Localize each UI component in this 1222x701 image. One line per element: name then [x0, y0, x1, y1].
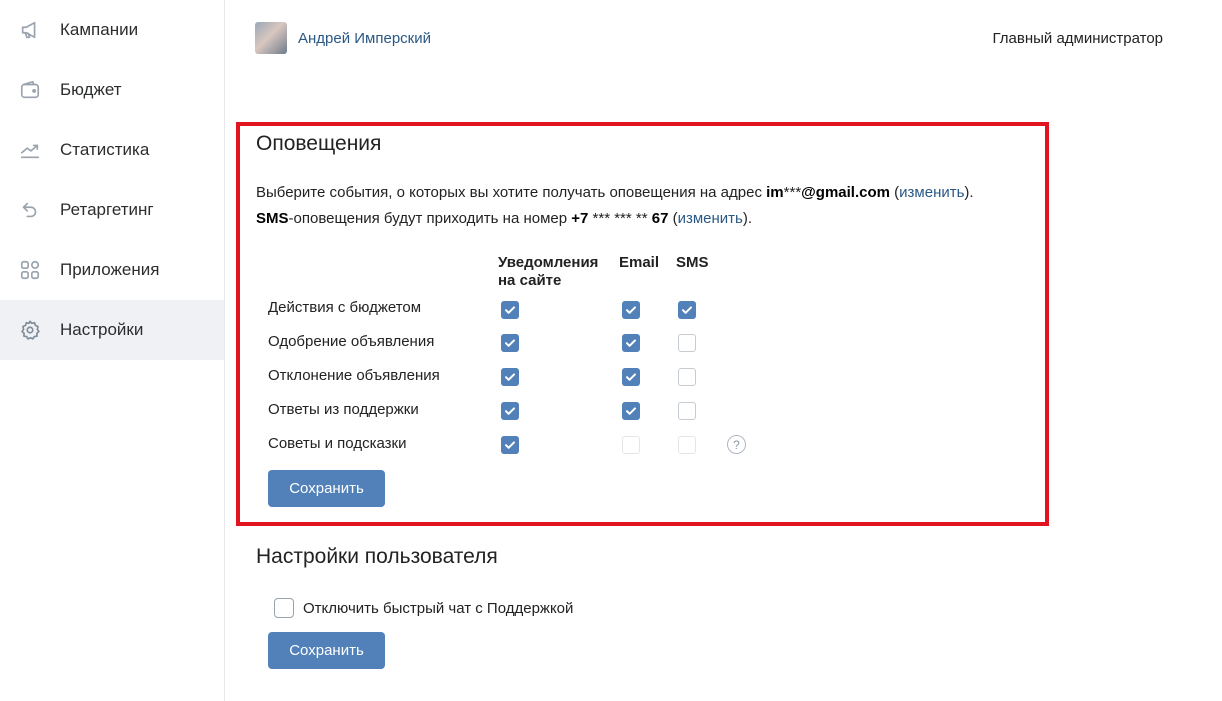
phone-bold-end: 67	[651, 210, 669, 227]
column-header-email: Email	[619, 254, 660, 271]
sidebar-item-statistics[interactable]: Статистика	[0, 120, 224, 180]
section-title: Оповещения	[256, 132, 382, 155]
email-line: Выберите события, о которых вы хотите по…	[256, 180, 974, 206]
checkmark-icon	[505, 373, 515, 381]
checkmark-icon	[505, 306, 515, 314]
email-bold-end: @gmail.com	[801, 184, 890, 201]
checkbox-tips-email[interactable]	[622, 436, 640, 454]
description-text: -оповещения будут приходить на номер	[288, 210, 572, 227]
help-icon[interactable]: ?	[727, 435, 746, 454]
checkmark-icon	[626, 407, 636, 415]
chart-icon	[18, 138, 42, 162]
notifications-description: Выберите события, о которых вы хотите по…	[256, 180, 974, 232]
checkbox-budget-site[interactable]	[501, 301, 519, 319]
checkbox-rejection-email[interactable]	[622, 368, 640, 386]
checkbox-budget-sms[interactable]	[678, 301, 696, 319]
sidebar-item-label: Приложения	[60, 260, 160, 279]
megaphone-icon	[18, 18, 42, 42]
column-header-line: на сайте	[498, 272, 562, 289]
checkbox-support-site[interactable]	[501, 402, 519, 420]
sms-bold: SMS	[256, 210, 289, 227]
checkbox-approval-email[interactable]	[622, 334, 640, 352]
checkbox-rejection-sms[interactable]	[678, 368, 696, 386]
disable-chat-checkbox[interactable]	[274, 598, 294, 618]
account-header: Андрей Имперский Главный администратор	[255, 20, 1165, 56]
column-header-line: Уведомления	[498, 254, 599, 271]
avatar[interactable]	[255, 22, 287, 54]
checkbox-support-sms[interactable]	[678, 402, 696, 420]
wallet-icon	[18, 78, 42, 102]
change-phone-link[interactable]: изменить	[678, 210, 743, 227]
checkbox-approval-sms[interactable]	[678, 334, 696, 352]
save-user-settings-button[interactable]: Сохранить	[268, 632, 385, 669]
notifications-section: Оповещения Выберите события, о которых в…	[236, 122, 1049, 526]
checkbox-approval-site[interactable]	[501, 334, 519, 352]
user-name-link[interactable]: Андрей Имперский	[298, 30, 431, 47]
description-text: Выберите события, о которых вы хотите по…	[256, 184, 767, 201]
paren-open: (	[668, 210, 678, 227]
phone-line: SMS-оповещения будут приходить на номер …	[256, 206, 974, 232]
checkmark-icon	[505, 441, 515, 449]
checkmark-icon	[626, 306, 636, 314]
sidebar-item-campaigns[interactable]: Кампании	[0, 0, 224, 60]
sidebar-item-settings[interactable]: Настройки	[0, 300, 224, 360]
user-settings-title: Настройки пользователя	[256, 545, 498, 568]
phone-masked: *** *** **	[588, 210, 652, 227]
row-label-budget-actions: Действия с бюджетом	[268, 299, 422, 316]
change-email-link[interactable]: изменить	[899, 184, 964, 201]
checkmark-icon	[505, 339, 515, 347]
column-header-site: Уведомления на сайте	[498, 254, 598, 290]
checkmark-icon	[626, 373, 636, 381]
row-label-ad-rejection: Отклонение объявления	[268, 367, 440, 384]
disable-chat-label[interactable]: Отключить быстрый чат с Поддержкой	[303, 600, 573, 617]
phone-bold-start: +7	[571, 210, 589, 227]
paren-close: ).	[742, 210, 753, 227]
checkmark-icon	[505, 407, 515, 415]
apps-grid-icon	[18, 258, 42, 282]
checkbox-budget-email[interactable]	[622, 301, 640, 319]
sidebar-item-label: Бюджет	[60, 80, 122, 99]
paren-close: ).	[964, 184, 974, 201]
email-masked: ***	[783, 184, 802, 201]
row-label-ad-approval: Одобрение объявления	[268, 333, 435, 350]
row-label-support-replies: Ответы из поддержки	[268, 401, 419, 418]
sidebar-item-label: Ретаргетинг	[60, 200, 154, 219]
checkmark-icon	[682, 306, 692, 314]
gear-icon	[18, 318, 42, 342]
sidebar-item-apps[interactable]: Приложения	[0, 240, 224, 300]
user-role: Главный администратор	[992, 29, 1163, 47]
sidebar-item-label: Статистика	[60, 140, 150, 159]
column-header-sms: SMS	[676, 254, 709, 271]
sidebar-item-label: Настройки	[60, 320, 144, 339]
paren-open: (	[889, 184, 900, 201]
checkbox-support-email[interactable]	[622, 402, 640, 420]
undo-arrow-icon	[18, 198, 42, 222]
checkbox-tips-site[interactable]	[501, 436, 519, 454]
sidebar: Кампании Бюджет Статистика Ретаргетинг П…	[0, 0, 225, 701]
save-notifications-button[interactable]: Сохранить	[268, 470, 385, 507]
sidebar-item-budget[interactable]: Бюджет	[0, 60, 224, 120]
checkbox-tips-sms[interactable]	[678, 436, 696, 454]
email-bold-start: im	[766, 184, 784, 201]
sidebar-item-retargeting[interactable]: Ретаргетинг	[0, 180, 224, 240]
sidebar-item-label: Кампании	[60, 20, 139, 39]
row-label-tips: Советы и подсказки	[268, 435, 407, 452]
checkmark-icon	[626, 339, 636, 347]
checkbox-rejection-site[interactable]	[501, 368, 519, 386]
